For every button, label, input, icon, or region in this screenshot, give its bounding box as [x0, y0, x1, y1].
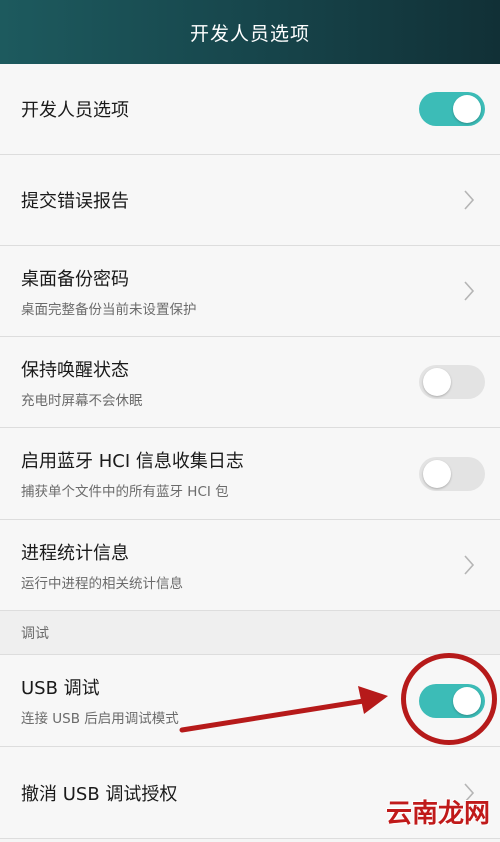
- process-stats-label: 进程统计信息: [21, 542, 129, 564]
- developer-options-label: 开发人员选项: [21, 100, 129, 121]
- backup-password-label: 桌面备份密码: [21, 268, 129, 290]
- annotation-arrow: [179, 686, 388, 733]
- bluetooth-hci-log-toggle[interactable]: [419, 456, 485, 491]
- chevron-right-icon: [458, 189, 480, 211]
- stay-awake-toggle[interactable]: [419, 365, 485, 399]
- annotation-circle: [401, 653, 497, 745]
- backup-password-description: 桌面完整备份当前未设置保护: [21, 301, 197, 318]
- chevron-right-icon: [458, 554, 480, 576]
- title-bar: 开发人员选项: [0, 0, 500, 64]
- toggle-knob: [423, 368, 451, 396]
- section-label: 调试: [21, 625, 49, 642]
- stay-awake-row[interactable]: 保持唤醒状态 充电时屏幕不会休眠: [0, 337, 500, 428]
- chevron-right-icon: [458, 280, 480, 302]
- stay-awake-description: 充电时屏幕不会休眠: [21, 392, 143, 409]
- page-title: 开发人员选项: [189, 22, 310, 45]
- developer-options-toggle[interactable]: [419, 92, 485, 126]
- toggle-knob: [423, 459, 451, 488]
- process-stats-row[interactable]: 进程统计信息 运行中进程的相关统计信息: [0, 520, 500, 611]
- watermark-logo: 云南龙网: [385, 799, 490, 829]
- bug-report-label: 提交错误报告: [21, 191, 129, 212]
- debugging-section-header: 调试: [0, 611, 500, 655]
- stay-awake-label: 保持唤醒状态: [21, 359, 129, 381]
- process-stats-description: 运行中进程的相关统计信息: [21, 575, 183, 592]
- backup-password-row[interactable]: 桌面备份密码 桌面完整备份当前未设置保护: [0, 246, 500, 337]
- bluetooth-hci-log-description: 捕获单个文件中的所有蓝牙 HCI 包: [21, 484, 229, 500]
- developer-options-row[interactable]: 开发人员选项: [0, 64, 500, 155]
- bug-report-row[interactable]: 提交错误报告: [0, 155, 500, 246]
- bluetooth-hci-log-label: 启用蓝牙 HCI 信息收集日志: [21, 451, 244, 472]
- toggle-knob: [453, 95, 481, 123]
- bluetooth-hci-log-row[interactable]: 启用蓝牙 HCI 信息收集日志 捕获单个文件中的所有蓝牙 HCI 包: [0, 428, 500, 520]
